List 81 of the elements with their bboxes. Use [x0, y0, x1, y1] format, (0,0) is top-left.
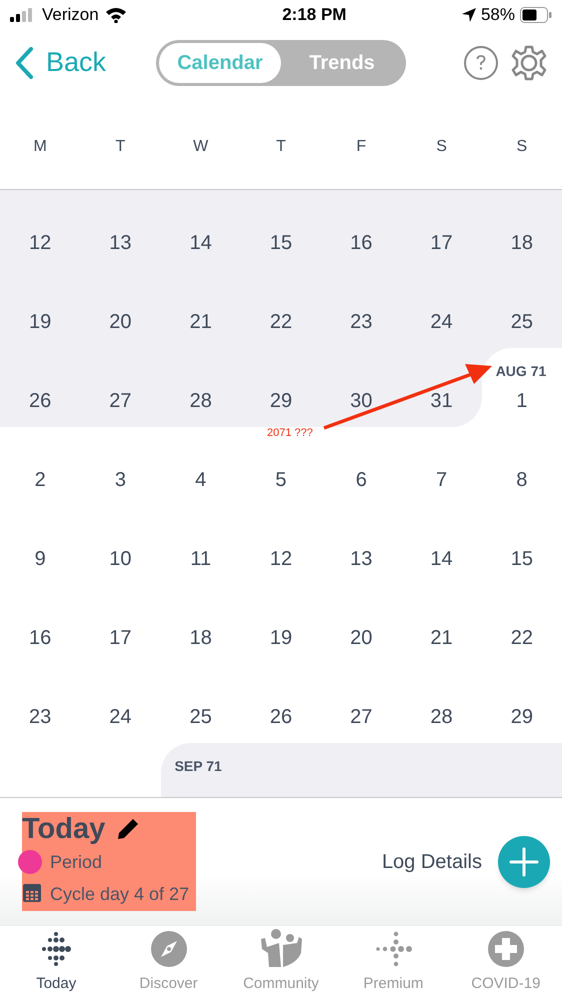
day-number[interactable]: 16 [29, 625, 52, 651]
day-number[interactable]: 13 [350, 546, 372, 572]
day-number[interactable]: 27 [109, 388, 132, 414]
weekday-label: F [355, 137, 368, 157]
annotation-text: 2071 ??? [267, 426, 313, 441]
day-number[interactable]: 14 [430, 546, 453, 572]
log-details-button[interactable]: Log Details [382, 836, 550, 888]
battery-icon [520, 7, 552, 23]
day-number[interactable]: 14 [190, 230, 212, 256]
tab-bar-item[interactable]: Today [0, 926, 112, 999]
location-arrow-icon [462, 8, 476, 22]
dots-logo-icon [373, 930, 414, 966]
add-icon [498, 836, 550, 888]
day-number[interactable]: 25 [190, 704, 212, 730]
dots-logo-icon [39, 930, 74, 966]
day-number[interactable]: 27 [350, 704, 372, 730]
weekday-label: S [515, 137, 528, 157]
day-number[interactable]: 26 [270, 704, 292, 730]
pencil-icon[interactable] [117, 818, 140, 840]
people-icon [259, 928, 304, 966]
legend-label: Period [50, 850, 102, 874]
day-number[interactable]: 19 [29, 309, 52, 335]
compass-icon [150, 930, 187, 966]
weekday-label: W [192, 137, 210, 157]
day-number[interactable]: 21 [430, 625, 453, 651]
day-number[interactable]: 22 [510, 625, 533, 651]
day-number[interactable]: 26 [29, 388, 52, 414]
help-button[interactable] [464, 46, 498, 80]
day-number[interactable]: 24 [430, 309, 453, 335]
day-number[interactable]: 4 [195, 467, 206, 493]
day-number[interactable]: 16 [350, 230, 372, 256]
day-number[interactable]: 15 [510, 546, 533, 572]
day-number[interactable]: 28 [190, 388, 212, 414]
day-number[interactable]: 8 [516, 467, 528, 493]
day-number[interactable]: 20 [350, 625, 372, 651]
day-number[interactable]: 5 [275, 467, 287, 493]
day-number[interactable]: 12 [29, 230, 52, 256]
day-number[interactable]: 7 [436, 467, 448, 493]
day-number[interactable]: 18 [510, 230, 533, 256]
day-number[interactable]: 23 [350, 309, 372, 335]
day-number[interactable]: 19 [270, 625, 292, 651]
day-number[interactable]: 3 [114, 467, 126, 493]
carrier-name: Verizon [42, 4, 99, 26]
day-number[interactable]: 22 [270, 309, 292, 335]
month-label: SEP 71 [174, 757, 222, 776]
day-number[interactable]: 23 [29, 704, 52, 730]
day-number[interactable]: 1 [516, 388, 528, 414]
question-icon [476, 54, 486, 70]
legend-label: Cycle day 4 of 27 [50, 882, 190, 906]
month-label: AUG 71 [496, 362, 546, 381]
day-number[interactable]: 10 [109, 546, 132, 572]
day-number[interactable]: 12 [270, 546, 292, 572]
weekday-label: T [114, 137, 126, 157]
day-number[interactable]: 29 [510, 704, 533, 730]
day-number[interactable]: 20 [109, 309, 132, 335]
battery-percent: 58% [480, 4, 515, 26]
day-number[interactable]: 6 [356, 467, 367, 493]
day-number[interactable]: 9 [34, 546, 46, 572]
day-number[interactable]: 21 [190, 309, 212, 335]
day-number[interactable]: 24 [109, 704, 132, 730]
chevron-left-icon [14, 46, 34, 80]
today-title: Today [22, 812, 106, 846]
wifi-icon [104, 7, 127, 23]
settings-icon[interactable] [510, 44, 548, 82]
day-number[interactable]: 13 [109, 230, 132, 256]
day-number[interactable]: 17 [430, 230, 453, 256]
day-number[interactable]: 2 [34, 467, 46, 493]
day-number[interactable]: 18 [190, 625, 212, 651]
day-number[interactable]: 17 [109, 625, 132, 651]
day-number[interactable]: 29 [270, 388, 292, 414]
weekday-label: S [435, 137, 448, 157]
plus-circle-icon [488, 930, 524, 966]
day-number[interactable]: 15 [270, 230, 292, 256]
day-number[interactable]: 28 [430, 704, 453, 730]
day-number[interactable]: 11 [190, 546, 212, 572]
day-number[interactable]: 25 [510, 309, 533, 335]
clock-time: 2:18 PM [282, 4, 346, 26]
day-number[interactable]: 30 [350, 388, 372, 414]
weekday-label: T [275, 137, 287, 157]
day-number[interactable]: 31 [430, 388, 453, 414]
weekday-label: M [32, 137, 48, 157]
